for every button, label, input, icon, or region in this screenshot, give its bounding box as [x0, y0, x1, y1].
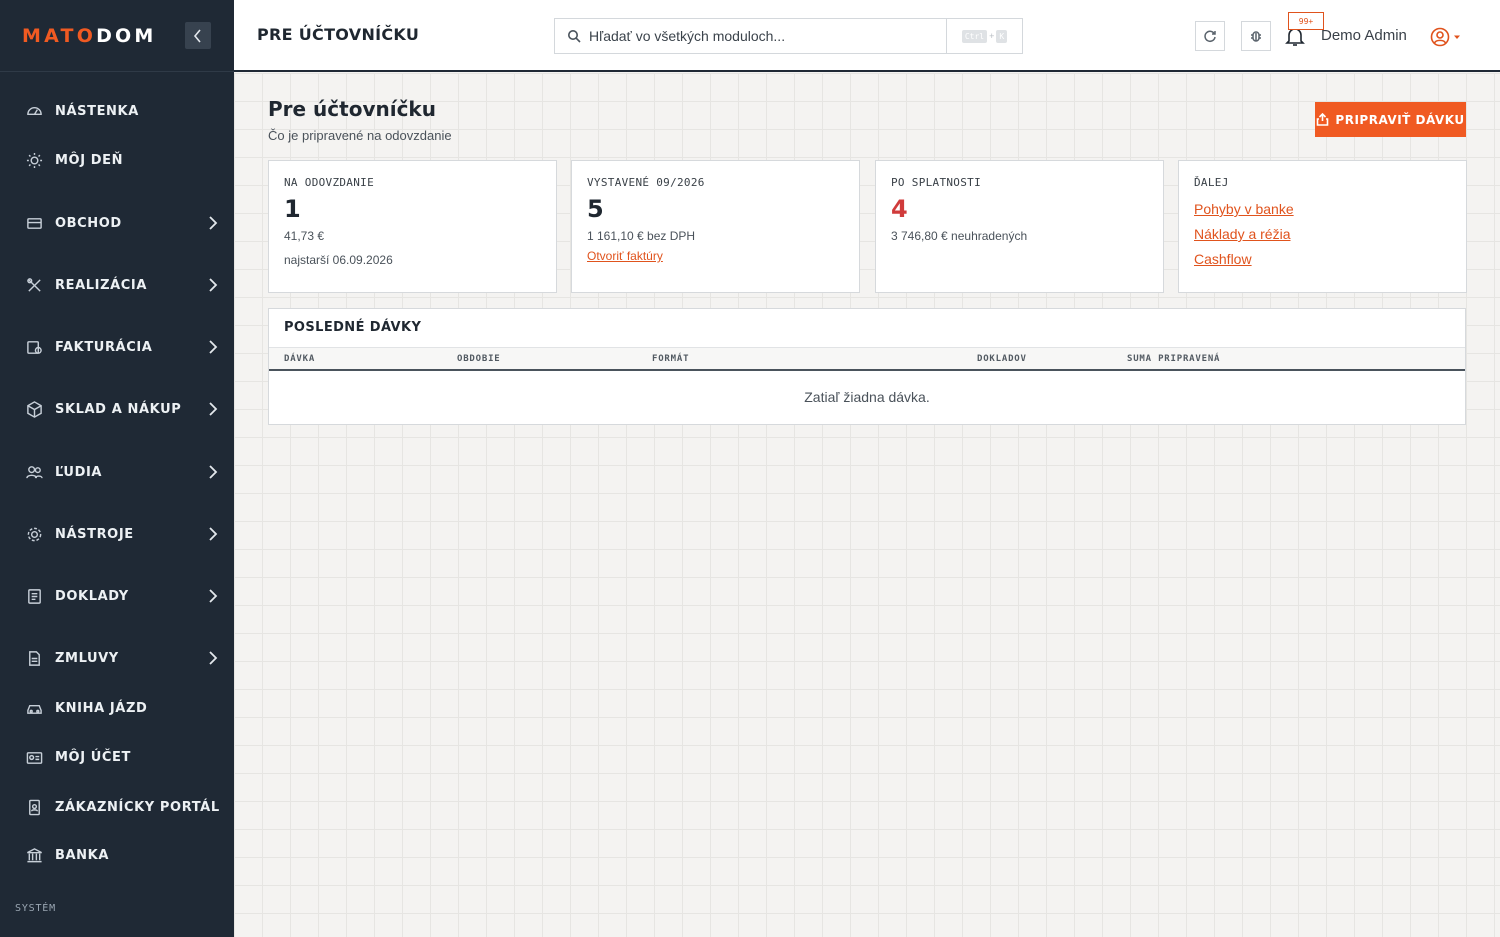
sidebar-item-obchod[interactable]: OBCHOD: [0, 203, 234, 243]
chevron-right-icon: [206, 464, 220, 480]
card-handover-value: 1: [284, 195, 301, 223]
recent-batches-panel: POSLEDNÉ DÁVKY DÁVKA OBDOBIE FORMÁT DOKL…: [268, 308, 1466, 425]
inbox-icon: [25, 214, 43, 232]
portal-icon: [25, 798, 43, 816]
sidebar-item-kniha-jazd[interactable]: KNIHA JÁZD: [0, 688, 234, 728]
chevron-right-icon: [206, 339, 220, 355]
column-documents[interactable]: DOKLADOV: [977, 354, 1027, 364]
page-title: Pre účtovníčku: [268, 97, 436, 121]
export-icon: [1317, 113, 1329, 126]
sidebar-item-zakaznicky-portal[interactable]: ZÁKAZNÍCKY PORTÁL: [0, 787, 234, 827]
sidebar-item-sklad-a-nakup[interactable]: SKLAD A NÁKUP: [0, 389, 234, 429]
sidebar-item-moj-den[interactable]: MÔJ DEŇ: [0, 140, 234, 180]
bank-movements-link[interactable]: Pohyby v banke: [1194, 201, 1451, 217]
sidebar: MATODOM NÁSTENKA MÔJ DEŇ OBCHOD REALIZÁC…: [0, 0, 234, 937]
main-content: Pre účtovníčku Čo je pripravené na odovz…: [234, 73, 1500, 937]
card-issued-value: 5: [587, 195, 604, 223]
chevron-right-icon: [206, 215, 220, 231]
card-overdue-amount: 3 746,80 € neuhradených: [891, 229, 1028, 243]
car-icon: [25, 699, 43, 717]
search-shortcut: Ctrl + K: [946, 19, 1022, 53]
costs-overhead-link[interactable]: Náklady a réžia: [1194, 226, 1451, 242]
notification-badge: 99+: [1288, 12, 1324, 30]
shortcut-plus: +: [989, 31, 995, 41]
card-handover-label: NA ODOVZDANIE: [284, 176, 374, 189]
card-issued-amount: 1 161,10 € bez DPH: [587, 229, 696, 243]
card-overdue: PO SPLATNOSTI 4 3 746,80 € neuhradených: [875, 160, 1164, 293]
top-header: PRE ÚČTOVNÍČKU Ctrl + K 99+ Demo Admin: [234, 0, 1500, 72]
prepare-batch-label: PRIPRAVIŤ DÁVKU: [1335, 112, 1465, 127]
contract-icon: [25, 649, 43, 667]
chevron-right-icon: [206, 401, 220, 417]
user-menu-button[interactable]: [1430, 26, 1464, 48]
gear-icon: [25, 525, 43, 543]
chevron-right-icon: [206, 277, 220, 293]
shortcut-key-ctrl: Ctrl: [961, 29, 988, 43]
search-icon: [567, 29, 581, 43]
card-handover-oldest: najstarší 06.09.2026: [284, 253, 393, 267]
recent-batches-title: POSLEDNÉ DÁVKY: [284, 320, 422, 335]
caret-down-icon: [1454, 35, 1460, 39]
refresh-button[interactable]: [1195, 21, 1225, 51]
global-search[interactable]: Ctrl + K: [554, 18, 1023, 54]
column-format[interactable]: FORMÁT: [652, 354, 689, 364]
bug-report-button[interactable]: [1241, 21, 1271, 51]
box-icon: [25, 400, 43, 418]
sidebar-section-system: SYSTÉM: [15, 903, 56, 914]
brand: MATODOM: [0, 0, 234, 72]
shortcut-key-k: K: [996, 29, 1008, 43]
card-handover: NA ODOVZDANIE 1 41,73 € najstarší 06.09.…: [268, 160, 557, 293]
user-name[interactable]: Demo Admin: [1321, 27, 1407, 44]
sidebar-item-realizacia[interactable]: REALIZÁCIA: [0, 265, 234, 305]
gauge-icon: [25, 102, 43, 120]
page-subtitle: Čo je pripravené na odovzdanie: [268, 128, 452, 143]
sidebar-item-fakturacia[interactable]: FAKTURÁCIA: [0, 327, 234, 367]
column-batch[interactable]: DÁVKA: [284, 354, 315, 364]
invoice-icon: [25, 338, 43, 356]
card-overdue-value: 4: [891, 195, 908, 223]
search-input[interactable]: [589, 28, 939, 44]
chevron-right-icon: [206, 588, 220, 604]
sidebar-item-doklady[interactable]: DOKLADY: [0, 576, 234, 616]
sidebar-item-moj-ucet[interactable]: MÔJ ÚČET: [0, 737, 234, 777]
sidebar-item-nastenka[interactable]: NÁSTENKA: [0, 91, 234, 131]
sidebar-collapse-button[interactable]: [185, 22, 211, 49]
card-overdue-label: PO SPLATNOSTI: [891, 176, 981, 189]
column-period[interactable]: OBDOBIE: [457, 354, 501, 364]
sidebar-item-zmluvy[interactable]: ZMLUVY: [0, 638, 234, 678]
sidebar-item-ludia[interactable]: ĽUDIA: [0, 452, 234, 492]
prepare-batch-button[interactable]: PRIPRAVIŤ DÁVKU: [1315, 102, 1466, 137]
batches-empty-state: Zatiaľ žiadna dávka.: [804, 389, 930, 405]
user-avatar-icon: [1430, 27, 1450, 47]
tools-icon: [25, 276, 43, 294]
card-handover-amount: 41,73 €: [284, 229, 325, 243]
open-invoices-link[interactable]: Otvoriť faktúry: [587, 249, 844, 263]
refresh-icon: [1204, 30, 1216, 43]
header-title: PRE ÚČTOVNÍČKU: [257, 25, 420, 44]
sidebar-item-nastroje[interactable]: NÁSTROJE: [0, 514, 234, 554]
card-next-label: ĎALEJ: [1194, 176, 1229, 189]
sidebar-item-banka[interactable]: BANKA: [0, 835, 234, 875]
card-next: ĎALEJ Pohyby v banke Náklady a réžia Cas…: [1178, 160, 1467, 293]
bank-icon: [25, 846, 43, 864]
card-issued-label: VYSTAVENÉ 09/2026: [587, 176, 705, 189]
bug-icon: [1251, 31, 1261, 42]
users-icon: [25, 463, 43, 481]
batches-table-header: DÁVKA OBDOBIE FORMÁT DOKLADOV SUMA PRIPR…: [269, 347, 1465, 371]
card-issued: VYSTAVENÉ 09/2026 5 1 161,10 € bez DPH O…: [571, 160, 860, 293]
document-icon: [25, 587, 43, 605]
cashflow-link[interactable]: Cashflow: [1194, 251, 1451, 267]
column-amount-prepared[interactable]: SUMA PRIPRAVENÁ: [1127, 354, 1220, 364]
chevron-right-icon: [206, 526, 220, 542]
logo[interactable]: MATODOM: [22, 25, 157, 47]
chevron-left-icon: [193, 28, 201, 43]
id-card-icon: [25, 748, 43, 766]
sun-icon: [25, 151, 43, 169]
chevron-right-icon: [206, 650, 220, 666]
